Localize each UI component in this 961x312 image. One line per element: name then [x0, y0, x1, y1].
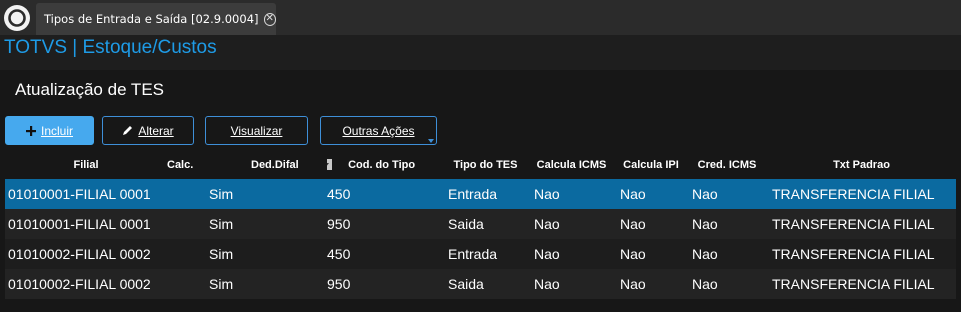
column-header-calc[interactable]: Calc. — [167, 150, 235, 179]
cell-calcula-ipi: Nao — [615, 269, 687, 299]
cell-filial: 01010002-FILIAL 0002 — [5, 269, 167, 299]
cell-txt-padrao: TRANSFERENCIA FILIAL — [767, 209, 956, 239]
plus-icon — [25, 124, 36, 138]
page-title: Atualização de TES — [15, 80, 164, 99]
visualizar-button[interactable]: Visualizar — [205, 116, 308, 145]
tab-tipos-entrada-saida[interactable]: Tipos de Entrada e Saída [02.9.0004] ✕ — [36, 3, 276, 35]
cell-tipo-tes: Entrada — [443, 179, 528, 209]
cell-cod-tipo: 950 — [327, 269, 443, 299]
cell-tipo-tes: Saida — [443, 209, 528, 239]
grid-header-row: Filial Calc. Ded.Difal Cod. do Tipo Tipo… — [5, 150, 956, 179]
table-row[interactable]: 01010001-FILIAL 0001 Sim 450 Entrada Nao Nao N… — [5, 179, 956, 209]
cell-calcula-ipi: Nao — [615, 209, 687, 239]
sort-dropdown-icon[interactable] — [327, 159, 332, 171]
cell-calcula-icms: Nao — [528, 209, 615, 239]
cell-filial: 01010002-FILIAL 0002 — [5, 239, 167, 269]
cell-txt-padrao: TRANSFERENCIA FILIAL — [767, 239, 956, 269]
cell-cod-tipo: 450 — [327, 239, 443, 269]
cell-cod-tipo: 450 — [327, 179, 443, 209]
cell-ded-difal — [235, 209, 327, 239]
tab-label: Tipos de Entrada e Saída [02.9.0004] — [44, 12, 259, 26]
tab-bar: Tipos de Entrada e Saída [02.9.0004] ✕ — [0, 0, 961, 35]
cell-tipo-tes: Saida — [443, 269, 528, 299]
column-header-filial[interactable]: Filial — [5, 150, 167, 179]
visualizar-label: Visualizar — [230, 123, 283, 138]
column-header-tipo-tes[interactable]: Tipo do TES — [443, 150, 528, 179]
pencil-icon — [122, 124, 133, 138]
tes-grid: Filial Calc. Ded.Difal Cod. do Tipo Tipo… — [5, 150, 956, 299]
alterar-button[interactable]: Alterar — [102, 116, 194, 145]
cell-calcula-icms: Nao — [528, 269, 615, 299]
cell-tipo-tes: Entrada — [443, 239, 528, 269]
cell-txt-padrao: TRANSFERENCIA FILIAL — [767, 269, 956, 299]
dropdown-caret-icon — [428, 139, 434, 143]
column-header-calcula-icms[interactable]: Calcula ICMS — [528, 150, 615, 179]
cell-calc: Sim — [167, 209, 235, 239]
cell-calcula-ipi: Nao — [615, 239, 687, 269]
cell-cred-icms: Nao — [687, 239, 767, 269]
column-header-calcula-ipi[interactable]: Calcula IPI — [615, 150, 687, 179]
cell-calc: Sim — [167, 239, 235, 269]
cell-filial: 01010001-FILIAL 0001 — [5, 209, 167, 239]
module-title: TOTVS | Estoque/Custos — [4, 37, 217, 58]
cell-calcula-icms: Nao — [528, 239, 615, 269]
totvs-logo-icon[interactable] — [4, 5, 30, 31]
close-icon[interactable]: ✕ — [263, 12, 276, 26]
cell-cod-tipo: 950 — [327, 209, 443, 239]
cell-cred-icms: Nao — [687, 209, 767, 239]
cell-cred-icms: Nao — [687, 269, 767, 299]
cell-ded-difal — [235, 269, 327, 299]
incluir-button[interactable]: Incluir — [5, 116, 94, 145]
outras-acoes-label: Outras Ações — [342, 123, 415, 138]
column-header-cod-tipo: Cod. do Tipo — [348, 158, 416, 171]
cell-calcula-ipi: Nao — [615, 179, 687, 209]
column-header-ded-difal[interactable]: Ded.Difal — [235, 150, 327, 179]
outras-acoes-button[interactable]: Outras Ações — [320, 116, 437, 145]
cell-cred-icms: Nao — [687, 179, 767, 209]
cell-ded-difal — [235, 239, 327, 269]
incluir-label: Incluir — [40, 123, 73, 138]
cell-calc: Sim — [167, 179, 235, 209]
column-header-txt-padrao[interactable]: Txt Padrao — [767, 150, 956, 179]
column-header-cred-icms[interactable]: Cred. ICMS — [687, 150, 767, 179]
grid-body: 01010001-FILIAL 0001 Sim 450 Entrada Nao Nao N… — [5, 179, 956, 299]
table-row[interactable]: 01010002-FILIAL 0002 Sim 450 Entrada Nao Nao N… — [5, 239, 956, 269]
cell-calcula-icms: Nao — [528, 179, 615, 209]
table-row[interactable]: 01010002-FILIAL 0002 Sim 950 Saida Nao Nao Nao… — [5, 269, 956, 299]
alterar-label: Alterar — [138, 123, 174, 138]
cell-filial: 01010001-FILIAL 0001 — [5, 179, 167, 209]
cell-txt-padrao: TRANSFERENCIA FILIAL — [767, 179, 956, 209]
cell-calc: Sim — [167, 269, 235, 299]
table-row[interactable]: 01010001-FILIAL 0001 Sim 950 Saida Nao Nao Nao… — [5, 209, 956, 239]
column-header-cod-tipo-cell[interactable]: Cod. do Tipo — [327, 150, 443, 179]
cell-ded-difal — [235, 179, 327, 209]
